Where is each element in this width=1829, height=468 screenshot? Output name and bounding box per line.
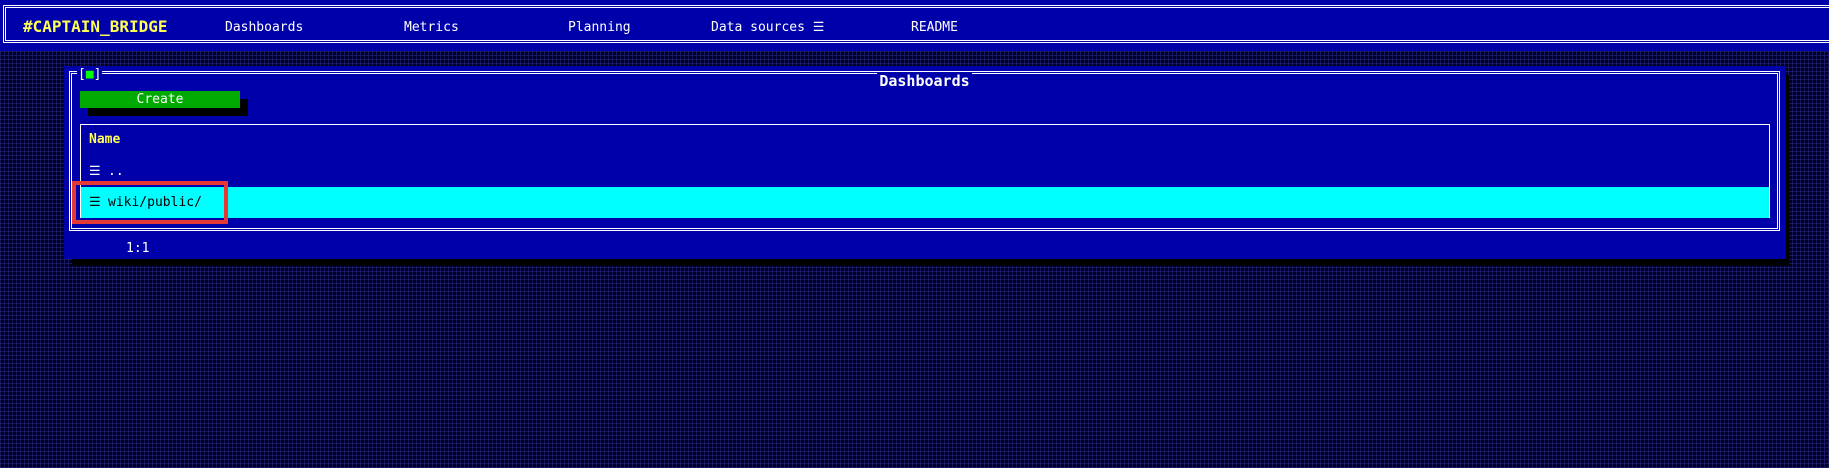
nav-dashboards[interactable]: Dashboards <box>225 20 303 36</box>
window-title: Dashboards <box>877 72 972 90</box>
nav-planning[interactable]: Planning <box>568 20 631 36</box>
brand-logo[interactable]: #CAPTAIN_BRIDGE <box>23 18 168 36</box>
list-item-wiki-public[interactable]: ☰ wiki/public/ <box>81 187 1769 218</box>
nav-metrics[interactable]: Metrics <box>404 20 459 36</box>
close-icon[interactable]: [■] <box>78 67 101 82</box>
list-item-parent[interactable]: ☰ .. <box>81 156 1769 187</box>
hamburger-icon: ☰ <box>89 164 101 179</box>
create-button[interactable]: Create <box>80 91 240 108</box>
top-navbar: #CAPTAIN_BRIDGE Dashboards Metrics Plann… <box>0 0 1829 51</box>
nav-readme[interactable]: README <box>911 20 958 36</box>
close-button[interactable]: [■] <box>77 67 103 83</box>
list-item-label: .. <box>108 164 124 179</box>
nav-data-sources[interactable]: Data sources ☰ <box>711 20 824 36</box>
selection-highlight-box <box>72 181 228 224</box>
column-header-name[interactable]: Name <box>89 132 120 148</box>
cursor-position-indicator: 1:1 <box>126 241 150 256</box>
